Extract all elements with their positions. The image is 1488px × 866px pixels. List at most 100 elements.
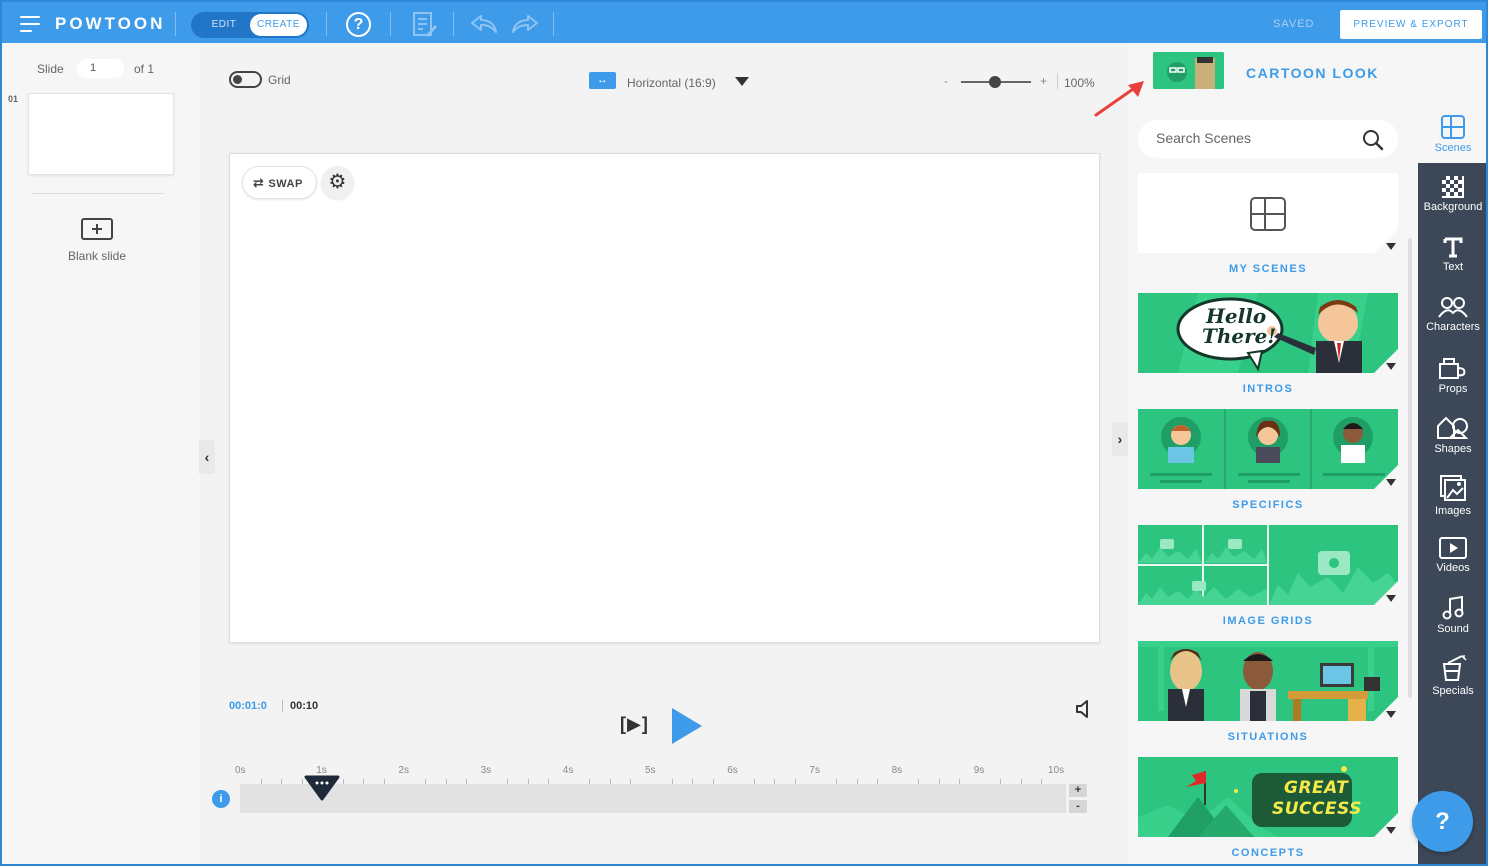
timeline-zoom-in-button[interactable]: + (1069, 784, 1087, 797)
toolbar-characters-label: Characters (1426, 321, 1480, 333)
play-button[interactable] (672, 708, 702, 744)
slide-thumbnail[interactable] (28, 93, 174, 175)
toolbar-shapes-label: Shapes (1434, 443, 1472, 455)
toolbar-shapes[interactable]: Shapes (1418, 416, 1488, 455)
scene-card-intros[interactable]: Hello There! (1138, 293, 1398, 373)
background-icon (1442, 176, 1464, 198)
blank-slide-button[interactable]: Blank slide (52, 218, 142, 263)
app-logo: POWTOON (55, 14, 166, 33)
mode-edit-button[interactable]: EDIT (197, 12, 251, 38)
preview-export-button[interactable]: PREVIEW & EXPORT (1340, 10, 1482, 39)
style-title[interactable]: CARTOON LOOK (1246, 65, 1379, 81)
scene-label-image-grids[interactable]: IMAGE GRIDS (1138, 615, 1398, 627)
timeline-track[interactable] (240, 784, 1066, 813)
timeline-playhead[interactable] (302, 775, 342, 801)
sound-icon (1442, 596, 1464, 620)
divider (31, 193, 164, 194)
mode-create-button[interactable]: CREATE (250, 14, 307, 36)
search-icon[interactable] (1362, 129, 1384, 156)
toolbar-specials[interactable]: Specials (1418, 654, 1488, 697)
expand-scene-panel-button[interactable]: › (1112, 422, 1128, 456)
top-bar: POWTOON EDIT CREATE ? SAVED PREVIEW & EX… (0, 0, 1488, 43)
toolbar-characters[interactable]: Characters (1418, 296, 1488, 333)
shapes-icon (1437, 416, 1469, 439)
style-thumbnail[interactable] (1153, 52, 1224, 89)
scene-label-specifics[interactable]: SPECIFICS (1138, 499, 1398, 511)
scene-card-my-scenes[interactable] (1138, 173, 1398, 253)
toolbar-images[interactable]: Images (1418, 474, 1488, 517)
toolbar-videos[interactable]: Videos (1418, 537, 1488, 574)
saved-status: SAVED (1273, 18, 1315, 30)
my-scenes-icon (1250, 197, 1286, 231)
current-time: 00:01:0 (229, 700, 267, 712)
scene-label-concepts[interactable]: CONCEPTS (1138, 847, 1398, 859)
topbar-divider (326, 12, 327, 36)
slide-label: Slide (37, 62, 64, 76)
collapse-slides-panel-button[interactable]: ‹ (199, 440, 215, 474)
toolbar-background-label: Background (1423, 201, 1483, 213)
scene-card-concepts[interactable]: GREAT SUCCESS (1138, 757, 1398, 837)
hamburger-menu-icon[interactable] (20, 16, 40, 32)
ruler-label: 0s (235, 765, 246, 776)
dropdown-arrow-icon[interactable] (1386, 363, 1396, 370)
slides-panel: Slide 1 of 1 01 Blank slide (0, 43, 200, 866)
dropdown-arrow-icon[interactable] (1386, 711, 1396, 718)
scene-label-intros[interactable]: INTROS (1138, 383, 1398, 395)
scene-card-situations[interactable] (1138, 641, 1398, 721)
dropdown-arrow-icon[interactable] (1386, 827, 1396, 834)
orientation-label[interactable]: Horizontal (16:9) (627, 76, 716, 90)
topbar-divider (175, 12, 176, 36)
orientation-dropdown-icon[interactable] (735, 77, 749, 86)
topbar-divider (390, 12, 391, 36)
toolbar-text[interactable]: Text (1418, 236, 1488, 273)
help-fab-button[interactable]: ? (1412, 791, 1473, 852)
dropdown-arrow-icon[interactable] (1386, 479, 1396, 486)
dropdown-arrow-icon[interactable] (1386, 243, 1396, 250)
zoom-level: 100% (1064, 76, 1095, 90)
timeline-info-icon[interactable]: i (212, 790, 230, 808)
search-scenes-field[interactable] (1138, 120, 1398, 158)
grid-toggle[interactable] (229, 71, 262, 88)
specials-icon (1442, 655, 1467, 681)
topbar-divider (453, 12, 454, 36)
redo-icon[interactable] (511, 14, 539, 39)
toolbar-props[interactable]: Props (1418, 356, 1488, 395)
text-icon (1443, 237, 1463, 258)
ruler-label: 8s (891, 765, 903, 776)
swap-button[interactable]: ⇄ SWAP (242, 166, 317, 199)
slide-number-input[interactable]: 1 (77, 59, 124, 78)
zoom-slider-handle[interactable] (989, 76, 1001, 88)
volume-icon[interactable] (1074, 699, 1092, 724)
ruler-label: 10s (1048, 765, 1065, 776)
slide-thumb-number: 01 (8, 94, 19, 104)
slide-canvas[interactable]: ⇄ SWAP ⚙ (229, 153, 1100, 643)
scene-card-image-grids[interactable] (1138, 525, 1398, 605)
props-icon (1439, 358, 1466, 379)
divider (282, 700, 283, 712)
scene-label-my-scenes[interactable]: MY SCENES (1138, 263, 1398, 275)
toolbar-scenes[interactable]: Scenes (1418, 115, 1488, 154)
dropdown-arrow-icon[interactable] (1386, 595, 1396, 602)
toolbar-sound[interactable]: Sound (1418, 596, 1488, 635)
zoom-in-button[interactable]: + (1040, 74, 1047, 88)
horizontal-orientation-icon[interactable]: ↔ (589, 72, 616, 89)
undo-icon[interactable] (470, 14, 498, 39)
notes-icon[interactable] (412, 11, 438, 44)
help-button[interactable]: ? (346, 12, 371, 37)
search-input[interactable] (1156, 130, 1356, 146)
zoom-out-button[interactable]: - (944, 74, 948, 88)
asset-toolbar: Scenes Background Text Characters Props … (1418, 43, 1488, 866)
toolbar-background[interactable]: Background (1418, 176, 1488, 213)
concepts-illustration (1138, 757, 1398, 837)
specifics-illustration (1138, 409, 1398, 489)
scene-card-specifics[interactable] (1138, 409, 1398, 489)
play-from-frame-button[interactable]: [▶] (620, 714, 649, 735)
mode-toggle[interactable]: EDIT CREATE (191, 12, 309, 38)
scene-label-situations[interactable]: SITUATIONS (1138, 731, 1398, 743)
scene-panel-scrollbar[interactable] (1408, 238, 1412, 698)
gear-icon[interactable]: ⚙ (321, 166, 354, 199)
images-icon (1440, 475, 1466, 501)
toolbar-videos-label: Videos (1436, 562, 1470, 574)
timeline-zoom-out-button[interactable]: - (1069, 800, 1087, 813)
ruler-label: 7s (809, 765, 820, 776)
